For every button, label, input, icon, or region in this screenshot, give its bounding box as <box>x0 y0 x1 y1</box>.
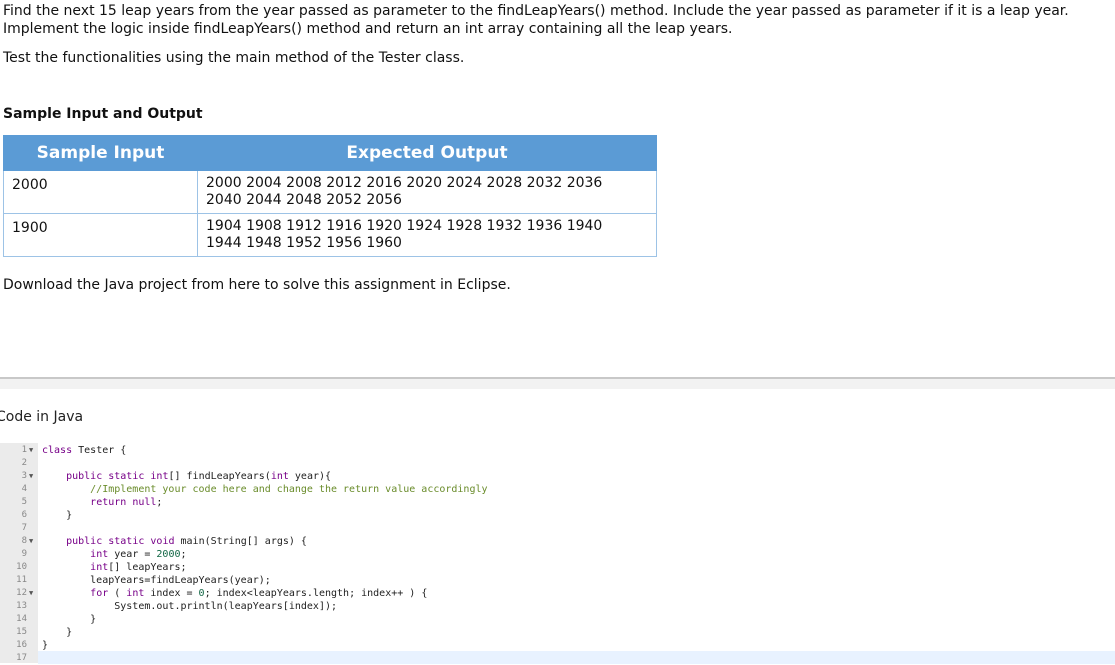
output-line: 1904 1908 1912 1916 1920 1924 1928 1932 … <box>206 218 603 234</box>
code-line[interactable]: int year = 2000; <box>42 548 186 561</box>
line-number: 15 <box>16 627 27 637</box>
line-number: 3 <box>21 471 27 481</box>
line-number: 7 <box>21 523 27 533</box>
line-number: 9 <box>21 549 27 559</box>
line-number-gutter: 1 ▼ 2 3 ▼ 4 5 6 7 8 ▼ 9 10 11 12 ▼ 13 14 15 16 17 <box>0 443 38 663</box>
code-line[interactable]: } <box>42 639 48 652</box>
code-line[interactable]: } <box>42 613 96 626</box>
output-line: 2000 2004 2008 2012 2016 2020 2024 2028 … <box>206 175 603 191</box>
fold-arrow-icon[interactable]: ▼ <box>29 535 33 548</box>
fold-arrow-icon[interactable]: ▼ <box>29 587 33 600</box>
line-number: 8 <box>21 536 27 546</box>
line-number: 14 <box>16 614 27 624</box>
code-line[interactable]: class Tester { <box>42 444 126 457</box>
header-expected-output: Expected Output <box>197 135 657 171</box>
sample-io-table: Sample Input Expected Output 2000 2000 2… <box>3 135 657 257</box>
line-number: 5 <box>21 497 27 507</box>
line-number: 17 <box>16 653 27 663</box>
output-line: 2040 2044 2048 2052 2056 <box>206 192 402 208</box>
sample-section-title: Sample Input and Output <box>3 106 203 122</box>
table-header-row: Sample Input Expected Output <box>3 135 657 171</box>
expected-output-cell: 2000 2004 2008 2012 2016 2020 2024 2028 … <box>197 170 657 214</box>
code-line[interactable]: public static int[] findLeapYears(int ye… <box>42 470 331 483</box>
active-line-highlight <box>38 651 1115 664</box>
code-line[interactable]: public static void main(String[] args) { <box>42 535 307 548</box>
fold-arrow-icon[interactable]: ▼ <box>29 444 33 457</box>
description-line-2: Implement the logic inside findLeapYears… <box>3 21 733 37</box>
code-line[interactable]: int[] leapYears; <box>42 561 186 574</box>
download-text: Download the Java project from here to s… <box>3 277 511 293</box>
code-section-strip <box>0 379 1115 389</box>
sample-input-cell: 1900 <box>3 213 198 257</box>
code-line[interactable]: for ( int index = 0; index<leapYears.len… <box>42 587 427 600</box>
line-number: 6 <box>21 510 27 520</box>
code-line[interactable]: return null; <box>42 496 162 509</box>
output-line: 1944 1948 1952 1956 1960 <box>206 235 402 251</box>
code-language-label: Code in Java <box>0 409 84 425</box>
line-number: 4 <box>21 484 27 494</box>
table-row: 1900 1904 1908 1912 1916 1920 1924 1928 … <box>3 213 657 257</box>
sample-input-cell: 2000 <box>3 170 198 214</box>
code-line[interactable]: System.out.println(leapYears[index]); <box>42 600 337 613</box>
fold-arrow-icon[interactable]: ▼ <box>29 470 33 483</box>
line-number: 11 <box>16 575 27 585</box>
code-line[interactable]: //Implement your code here and change th… <box>42 483 487 496</box>
code-line[interactable]: } <box>42 626 72 639</box>
test-note: Test the functionalities using the main … <box>3 50 465 66</box>
line-number: 2 <box>21 458 27 468</box>
line-number: 13 <box>16 601 27 611</box>
header-sample-input: Sample Input <box>3 135 198 171</box>
line-number: 1 <box>21 445 27 455</box>
line-number: 16 <box>16 640 27 650</box>
line-number: 10 <box>16 562 27 572</box>
expected-output-cell: 1904 1908 1912 1916 1920 1924 1928 1932 … <box>197 213 657 257</box>
table-row: 2000 2000 2004 2008 2012 2016 2020 2024 … <box>3 170 657 214</box>
description-line-1: Find the next 15 leap years from the yea… <box>3 3 1069 19</box>
line-number: 12 <box>16 588 27 598</box>
task-description: Find the next 15 leap years from the yea… <box>3 2 1069 38</box>
code-line[interactable]: } <box>42 509 72 522</box>
code-line[interactable]: leapYears=findLeapYears(year); <box>42 574 271 587</box>
code-editor[interactable]: 1 ▼ 2 3 ▼ 4 5 6 7 8 ▼ 9 10 11 12 ▼ 13 14 15 16 17 class Test… <box>0 443 1115 664</box>
